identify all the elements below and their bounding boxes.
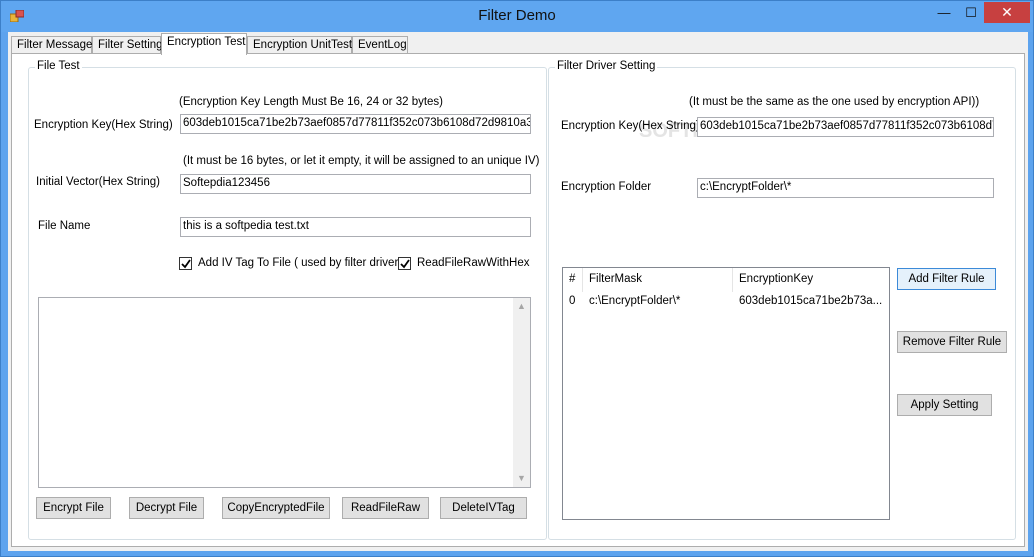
app-window: Filter Demo — ☐ ✕ Filter Message Filter … (0, 0, 1034, 557)
title-bar[interactable]: Filter Demo — ☐ ✕ (1, 1, 1033, 32)
encryption-folder-input[interactable]: c:\EncryptFolder\* (697, 178, 994, 198)
key-length-hint: (Encryption Key Length Must Be 16, 24 or… (179, 96, 444, 108)
iv-hint: (It must be 16 bytes, or let it empty, i… (183, 155, 540, 167)
checkmark-icon (400, 259, 410, 269)
row-encryptionkey: 603deb1015ca71be2b73a... (739, 295, 883, 307)
scroll-down-icon[interactable]: ▼ (513, 470, 530, 487)
checkmark-icon (181, 259, 191, 269)
file-name-input[interactable]: this is a softpedia test.txt (180, 217, 531, 237)
table-row[interactable]: 0 c:\EncryptFolder\* 603deb1015ca71be2b7… (563, 294, 889, 312)
filter-rule-list[interactable]: # FilterMask EncryptionKey 0 c:\EncryptF… (562, 267, 890, 520)
driver-key-hint: (It must be the same as the one used by … (689, 96, 980, 108)
row-index: 0 (569, 295, 576, 307)
read-raw-hex-label[interactable]: ReadFileRawWithHex (417, 257, 529, 269)
output-scrollbar[interactable]: ▲ ▼ (513, 298, 530, 487)
column-header-filtermask[interactable]: FilterMask (583, 268, 733, 292)
filter-driver-group: Filter Driver Setting (It must be the sa… (548, 60, 1016, 540)
tab-encryption-test[interactable]: Encryption Test (161, 33, 247, 55)
row-filtermask: c:\EncryptFolder\* (589, 295, 681, 307)
add-filter-rule-button[interactable]: Add Filter Rule (897, 268, 996, 290)
minimize-button[interactable]: — (932, 2, 956, 23)
add-iv-tag-checkbox[interactable] (179, 257, 192, 270)
driver-key-label: Encryption Key(Hex String) (561, 120, 700, 132)
encrypt-file-button[interactable]: Encrypt File (36, 497, 111, 519)
copy-encrypted-file-button[interactable]: CopyEncryptedFile (222, 497, 330, 519)
delete-iv-tag-button[interactable]: DeleteIVTag (440, 497, 527, 519)
read-raw-hex-checkbox[interactable] (398, 257, 411, 270)
decrypt-file-button[interactable]: Decrypt File (129, 497, 204, 519)
maximize-button[interactable]: ☐ (959, 2, 983, 23)
file-test-group: File Test (Encryption Key Length Must Be… (28, 60, 547, 540)
add-iv-tag-label[interactable]: Add IV Tag To File ( used by filter driv… (198, 257, 402, 269)
filter-driver-title: Filter Driver Setting (555, 60, 658, 72)
close-button[interactable]: ✕ (984, 2, 1030, 23)
driver-key-input[interactable]: 603deb1015ca71be2b73aef0857d77811f352c07… (697, 117, 994, 137)
filter-rule-list-header: # FilterMask EncryptionKey (563, 268, 889, 292)
read-file-raw-button[interactable]: ReadFileRaw (342, 497, 429, 519)
file-test-title: File Test (35, 60, 82, 72)
client-area: Filter Message Filter Setting Encryption… (8, 32, 1028, 551)
encryption-key-input[interactable]: 603deb1015ca71be2b73aef0857d77811f352c07… (180, 114, 531, 134)
column-header-index[interactable]: # (563, 268, 583, 292)
encryption-key-label: Encryption Key(Hex String) (34, 119, 173, 131)
file-name-label: File Name (38, 220, 91, 232)
scroll-up-icon[interactable]: ▲ (513, 298, 530, 315)
remove-filter-rule-button[interactable]: Remove Filter Rule (897, 331, 1007, 353)
apply-setting-button[interactable]: Apply Setting (897, 394, 992, 416)
window-title: Filter Demo (478, 7, 556, 24)
initial-vector-input[interactable]: Softepdia123456 (180, 174, 531, 194)
encryption-folder-label: Encryption Folder (561, 181, 652, 193)
encryption-test-page: File Test (Encryption Key Length Must Be… (11, 53, 1025, 547)
initial-vector-label: Initial Vector(Hex String) (36, 176, 160, 188)
output-textarea[interactable]: ▲ ▼ (38, 297, 531, 488)
column-header-encryptionkey[interactable]: EncryptionKey (733, 268, 884, 292)
